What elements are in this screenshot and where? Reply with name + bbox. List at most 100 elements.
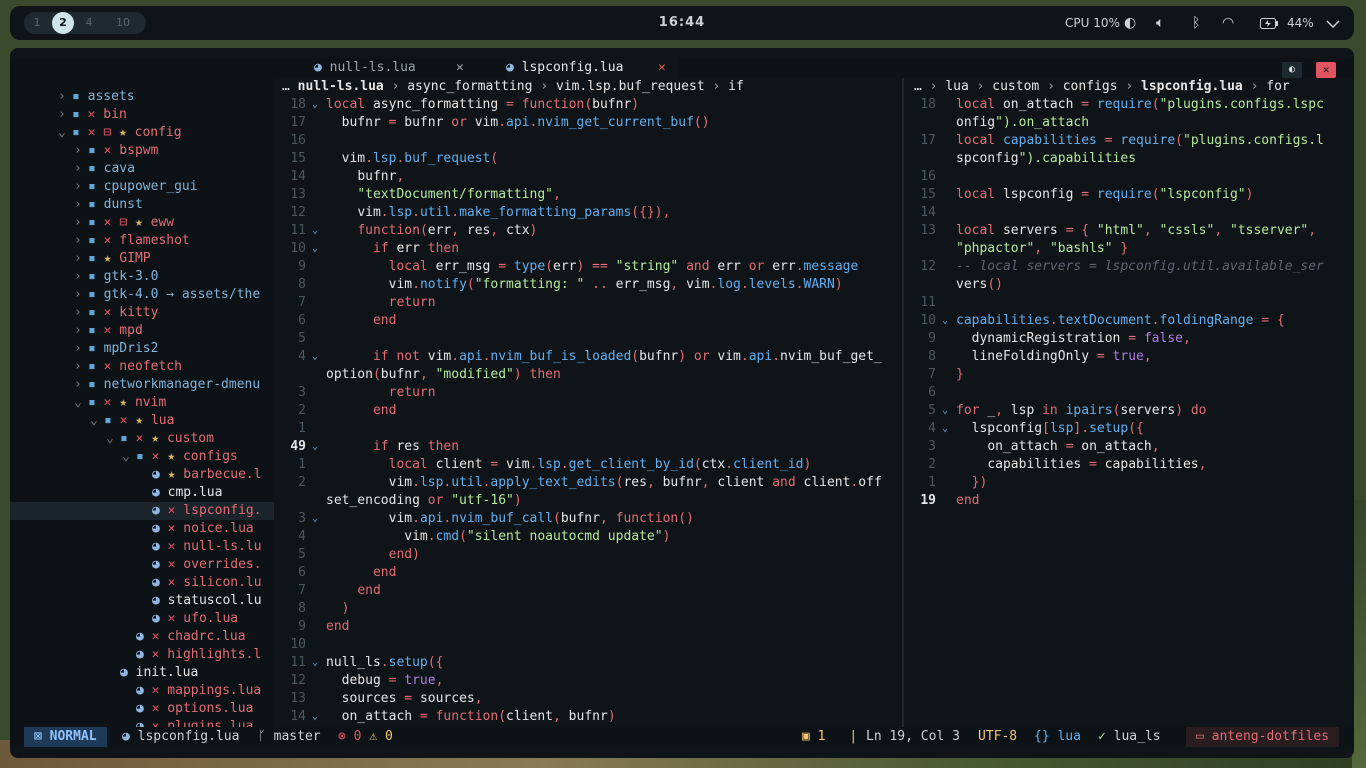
code-line[interactable]: 3 ⌄ vim.api.nvim_buf_call(bufnr, function… xyxy=(274,510,902,528)
tree-item[interactable]: ◕ ✕ silicon.lu xyxy=(10,574,274,592)
expand-chevron-icon[interactable]: ⌄ xyxy=(122,448,136,466)
fold-chevron-icon[interactable]: ⌄ xyxy=(312,96,318,114)
code-line[interactable]: 9 end xyxy=(274,618,902,636)
tab-null-ls[interactable]: ◕ null-ls.lua ✕ xyxy=(314,58,464,78)
code-line[interactable]: 15 local lspconfig = require("lspconfig") xyxy=(904,186,1354,204)
tree-item[interactable]: ◕ ✕ lspconfig. xyxy=(10,502,274,520)
tree-item[interactable]: › ▪ gtk-4.0 → assets/the xyxy=(10,286,274,304)
tree-item[interactable]: › ▪ ✕ flameshot xyxy=(10,232,274,250)
expand-chevron-icon[interactable]: › xyxy=(74,178,88,196)
code-line[interactable]: 5 ⌄ for _, lsp in ipairs(servers) do xyxy=(904,402,1354,420)
minimize-button[interactable]: ◐ xyxy=(1282,62,1302,78)
fold-chevron-icon[interactable]: ⌄ xyxy=(942,402,948,420)
tree-item[interactable]: ◕ statuscol.lu xyxy=(10,592,274,610)
expand-chevron-icon[interactable]: ⌄ xyxy=(106,430,120,448)
fold-chevron-icon[interactable]: ⌄ xyxy=(312,348,318,366)
code-line[interactable]: 17 local capabilities = require("plugins.… xyxy=(904,132,1354,150)
code-line[interactable]: 3 on_attach = on_attach, xyxy=(904,438,1354,456)
expand-chevron-icon[interactable]: › xyxy=(74,142,88,160)
code-line[interactable]: 6 end xyxy=(274,564,902,582)
breadcrumb-item[interactable]: for xyxy=(1266,79,1289,94)
code-line[interactable]: 1 xyxy=(274,420,902,438)
tree-item[interactable]: › ▪ dunst xyxy=(10,196,274,214)
breadcrumb-item[interactable]: null-ls.lua xyxy=(298,79,392,94)
tree-item[interactable]: ⌄ ▪ ✕ ★ nvim xyxy=(10,394,274,412)
tree-item[interactable]: ◕ ✕ ufo.lua xyxy=(10,610,274,628)
tree-item[interactable]: › ▪ ✕ bspwm xyxy=(10,142,274,160)
tree-item[interactable]: › ▪ ✕ bin xyxy=(10,106,274,124)
tree-item[interactable]: ⌄ ▪ ✕ ★ lua xyxy=(10,412,274,430)
wifi-icon[interactable]: ◠ xyxy=(1222,6,1234,40)
tree-item[interactable]: ◕ ✕ highlights.l xyxy=(10,646,274,664)
expand-chevron-icon[interactable]: › xyxy=(74,214,88,232)
expand-chevron-icon[interactable]: › xyxy=(74,340,88,358)
code-line[interactable]: 14 bufnr, xyxy=(274,168,902,186)
code-line[interactable]: option(bufnr, "modified") then xyxy=(274,366,902,384)
editor-pane-right[interactable]: 18 local on_attach = require("plugins.con… xyxy=(904,96,1354,730)
fold-chevron-icon[interactable]: ⌄ xyxy=(312,438,318,456)
tab-lspconfig[interactable]: ◕ lspconfig.lua ✕ xyxy=(506,58,678,78)
code-line[interactable]: 17 bufnr = bufnr or vim.api.nvim_get_cur… xyxy=(274,114,902,132)
code-line[interactable]: 6 xyxy=(904,384,1354,402)
code-line[interactable]: 8 lineFoldingOnly = true, xyxy=(904,348,1354,366)
code-line[interactable]: 12 vim.lsp.util.make_formatting_params({… xyxy=(274,204,902,222)
expand-chevron-icon[interactable]: › xyxy=(58,88,72,106)
tree-item[interactable]: ◕ ★ barbecue.l xyxy=(10,466,274,484)
tree-item[interactable]: › ▪ gtk-3.0 xyxy=(10,268,274,286)
expand-chevron-icon[interactable]: › xyxy=(74,286,88,304)
code-line[interactable]: "phpactor", "bashls" } xyxy=(904,240,1354,258)
breadcrumb-item[interactable]: … xyxy=(914,79,930,94)
code-line[interactable]: 9 dynamicRegistration = false, xyxy=(904,330,1354,348)
code-line[interactable]: 12 -- local servers = lspconfig.util.avai… xyxy=(904,258,1354,276)
tree-item[interactable]: ⌄ ▪ ✕ ★ configs xyxy=(10,448,274,466)
tree-item[interactable]: ◕ ✕ mappings.lua xyxy=(10,682,274,700)
status-file[interactable]: ◕ lspconfig.lua xyxy=(122,727,239,747)
code-line[interactable]: 4 ⌄ if not vim.api.nvim_buf_is_loaded(buf… xyxy=(274,348,902,366)
code-line[interactable]: 2 vim.lsp.util.apply_text_edits(res, buf… xyxy=(274,474,902,492)
code-line[interactable]: 7} xyxy=(904,366,1354,384)
expand-chevron-icon[interactable]: › xyxy=(74,160,88,178)
code-line[interactable]: 14 xyxy=(904,204,1354,222)
code-line[interactable]: 5 xyxy=(274,330,902,348)
fold-chevron-icon[interactable]: ⌄ xyxy=(942,420,948,438)
tree-item[interactable]: › ▪ cava xyxy=(10,160,274,178)
tree-item[interactable]: › ▪ assets xyxy=(10,88,274,106)
expand-chevron-icon[interactable]: › xyxy=(74,196,88,214)
tree-item[interactable]: › ▪ ★ GIMP xyxy=(10,250,274,268)
close-icon[interactable]: ✕ xyxy=(456,58,464,78)
theme-toggle-icon[interactable]: ◐ xyxy=(1124,6,1136,40)
code-line[interactable]: 12 debug = true, xyxy=(274,672,902,690)
tree-item[interactable]: › ▪ ✕ mpd xyxy=(10,322,274,340)
breadcrumb-item[interactable]: configs xyxy=(1063,79,1126,94)
tree-item[interactable]: ◕ ✕ options.lua xyxy=(10,700,274,718)
expand-chevron-icon[interactable]: › xyxy=(74,322,88,340)
editor-pane-left[interactable]: 18 ⌄ local async_formatting = function(buf… xyxy=(274,96,902,730)
code-line[interactable]: onfig").on_attach xyxy=(904,114,1354,132)
fold-chevron-icon[interactable]: ⌄ xyxy=(312,510,318,528)
code-line[interactable]: 8 vim.notify("formatting: " .. err_msg, … xyxy=(274,276,902,294)
expand-chevron-icon[interactable]: ⌄ xyxy=(90,412,104,430)
breadcrumb-item[interactable]: vim.lsp.buf_request xyxy=(556,79,713,94)
code-line[interactable]: 11 ⌄ function(err, res, ctx) xyxy=(274,222,902,240)
window-close-button[interactable]: ✕ xyxy=(1316,62,1336,78)
tree-item[interactable]: › ▪ ✕ kitty xyxy=(10,304,274,322)
tree-item[interactable]: › ▪ cpupower_gui xyxy=(10,178,274,196)
code-line[interactable]: 49 ⌄ if res then xyxy=(274,438,902,456)
code-line[interactable]: set_encoding or "utf-16") xyxy=(274,492,902,510)
code-line[interactable]: 3 return xyxy=(274,384,902,402)
breadcrumb-item[interactable]: async_formatting xyxy=(407,79,540,94)
code-line[interactable]: 10 ⌄ capabilities.textDocument.foldingRang… xyxy=(904,312,1354,330)
code-line[interactable]: spconfig").capabilities xyxy=(904,150,1354,168)
breadcrumb-item[interactable]: lspconfig.lua xyxy=(1141,79,1251,94)
code-line[interactable]: 6 end xyxy=(274,312,902,330)
tree-item[interactable]: ◕ cmp.lua xyxy=(10,484,274,502)
tree-item[interactable]: › ▪ mpDris2 xyxy=(10,340,274,358)
tree-item[interactable]: › ▪ ✕ neofetch xyxy=(10,358,274,376)
breadcrumb-item[interactable]: lua xyxy=(945,79,976,94)
fold-chevron-icon[interactable]: ⌄ xyxy=(312,708,318,726)
code-line[interactable]: 9 local err_msg = type(err) == "string" … xyxy=(274,258,902,276)
code-line[interactable]: 1 }) xyxy=(904,474,1354,492)
expand-chevron-icon[interactable]: › xyxy=(58,106,72,124)
tree-item[interactable]: ◕ ✕ noice.lua xyxy=(10,520,274,538)
expand-chevron-icon[interactable]: ⌄ xyxy=(58,124,72,142)
